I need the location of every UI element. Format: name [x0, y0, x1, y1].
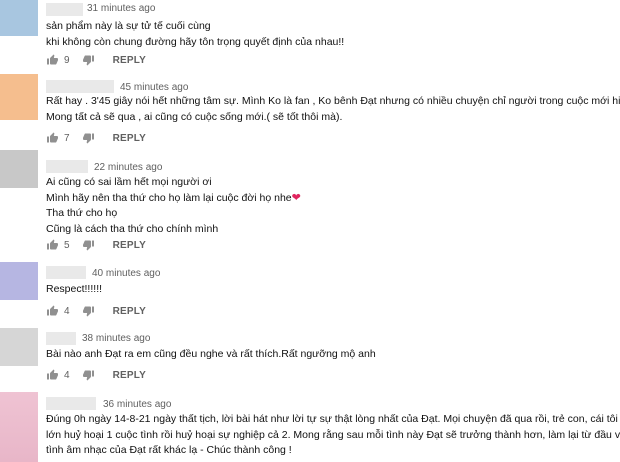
author-name[interactable]: [46, 266, 86, 279]
avatar[interactable]: [0, 328, 38, 366]
like-count: 7: [64, 132, 70, 144]
thumb-up-icon[interactable]: [46, 239, 59, 251]
avatar[interactable]: [0, 150, 38, 188]
comment-line: Mong tất cả sẽ qua , ai cũng có cuộc sốn…: [46, 110, 343, 123]
comment-timestamp[interactable]: 40 minutes ago: [92, 268, 160, 279]
comment-actions: 5 REPLY: [46, 238, 146, 252]
comment: 22 minutes ago Ai cũng có sai lầm hết mọ…: [0, 150, 620, 258]
comment-line: Respect!!!!!!: [46, 283, 103, 295]
like-count: 4: [64, 369, 70, 381]
thumb-up-icon[interactable]: [46, 54, 59, 66]
reply-button[interactable]: REPLY: [113, 55, 146, 66]
comment-line: Rất hay . 3'45 giây nói hết những tâm sự…: [46, 95, 620, 107]
comment: 40 minutes ago Respect!!!!!! 4 REPLY: [0, 262, 620, 324]
comment-text: Đúng 0h ngày 14-8-21 ngày thất tịch, lời…: [46, 412, 620, 459]
avatar[interactable]: [0, 74, 38, 120]
avatar[interactable]: [0, 262, 38, 300]
comment-line-text: Mình hãy nên tha thứ cho họ làm lại cuộc…: [46, 191, 292, 204]
comment-text: Ai cũng có sai lầm hết mọi người ơi Mình…: [46, 175, 301, 237]
comment-line: Bài nào anh Đạt ra em cũng đều nghe và r…: [46, 348, 376, 360]
comment-line: Cũng là cách tha thứ cho chính mình: [46, 222, 219, 235]
avatar[interactable]: [0, 0, 38, 36]
comment-actions: 4 REPLY: [46, 368, 146, 382]
author-name[interactable]: [46, 80, 114, 93]
thumb-up-icon[interactable]: [46, 305, 59, 317]
thumb-up-icon[interactable]: [46, 132, 59, 144]
comment-timestamp[interactable]: 31 minutes ago: [87, 3, 155, 14]
author-name[interactable]: [46, 3, 83, 16]
comment-line: Ai cũng có sai lầm hết mọi người ơi: [46, 176, 212, 188]
thumb-down-icon[interactable]: [82, 54, 95, 66]
reply-button[interactable]: REPLY: [113, 306, 146, 317]
comment-line: Đúng 0h ngày 14-8-21 ngày thất tịch, lời…: [46, 413, 620, 425]
comment-line: Mình hãy nên tha thứ cho họ làm lại cuộc…: [46, 191, 301, 207]
thumb-down-icon[interactable]: [82, 132, 95, 144]
comment-line: sản phẩm này là sự tử tế cuối cùng: [46, 20, 211, 32]
comment: 31 minutes ago sản phẩm này là sự tử tế …: [0, 0, 620, 70]
like-count: 5: [64, 239, 70, 251]
reply-button[interactable]: REPLY: [113, 370, 146, 381]
comment: 38 minutes ago Bài nào anh Đạt ra em cũn…: [0, 328, 620, 384]
comment-timestamp[interactable]: 45 minutes ago: [120, 82, 188, 93]
comment-timestamp[interactable]: 22 minutes ago: [94, 162, 162, 173]
comment-line: tình âm nhạc của Đạt rất khác lạ - Chúc …: [46, 444, 292, 456]
comment-line: Tha thứ cho họ: [46, 207, 118, 219]
comment-text: Rất hay . 3'45 giây nói hết những tâm sự…: [46, 94, 620, 125]
reply-button[interactable]: REPLY: [113, 240, 146, 251]
reply-button[interactable]: REPLY: [113, 133, 146, 144]
like-count: 9: [64, 54, 70, 66]
comment: 45 minutes ago Rất hay . 3'45 giây nói h…: [0, 74, 620, 146]
comment-actions: 9 REPLY: [46, 53, 146, 67]
thumb-down-icon[interactable]: [82, 305, 95, 317]
comment-line: khi không còn chung đường hãy tôn trọng …: [46, 35, 345, 48]
comment-actions: 4 REPLY: [46, 304, 146, 318]
comment-text: Respect!!!!!!: [46, 282, 102, 298]
like-count: 4: [64, 305, 70, 317]
comment-actions: 7 REPLY: [46, 131, 146, 145]
avatar[interactable]: [0, 392, 38, 462]
comment-text: sản phẩm này là sự tử tế cuối cùng khi k…: [46, 19, 344, 50]
heart-icon: ❤: [291, 191, 301, 204]
thumb-up-icon[interactable]: [46, 369, 59, 381]
comment-timestamp[interactable]: 36 minutes ago: [103, 399, 171, 410]
comment-line: lớn huỷ hoại 1 cuộc tình rồi huỷ hoại sự…: [46, 428, 620, 441]
author-name[interactable]: [46, 332, 76, 345]
author-name[interactable]: [46, 397, 96, 410]
thumb-down-icon[interactable]: [82, 239, 95, 251]
comment: 36 minutes ago Đúng 0h ngày 14-8-21 ngày…: [0, 392, 620, 462]
comment-timestamp[interactable]: 38 minutes ago: [82, 333, 150, 344]
comment-text: Bài nào anh Đạt ra em cũng đều nghe và r…: [46, 347, 376, 363]
author-name[interactable]: [46, 160, 88, 173]
thumb-down-icon[interactable]: [82, 369, 95, 381]
